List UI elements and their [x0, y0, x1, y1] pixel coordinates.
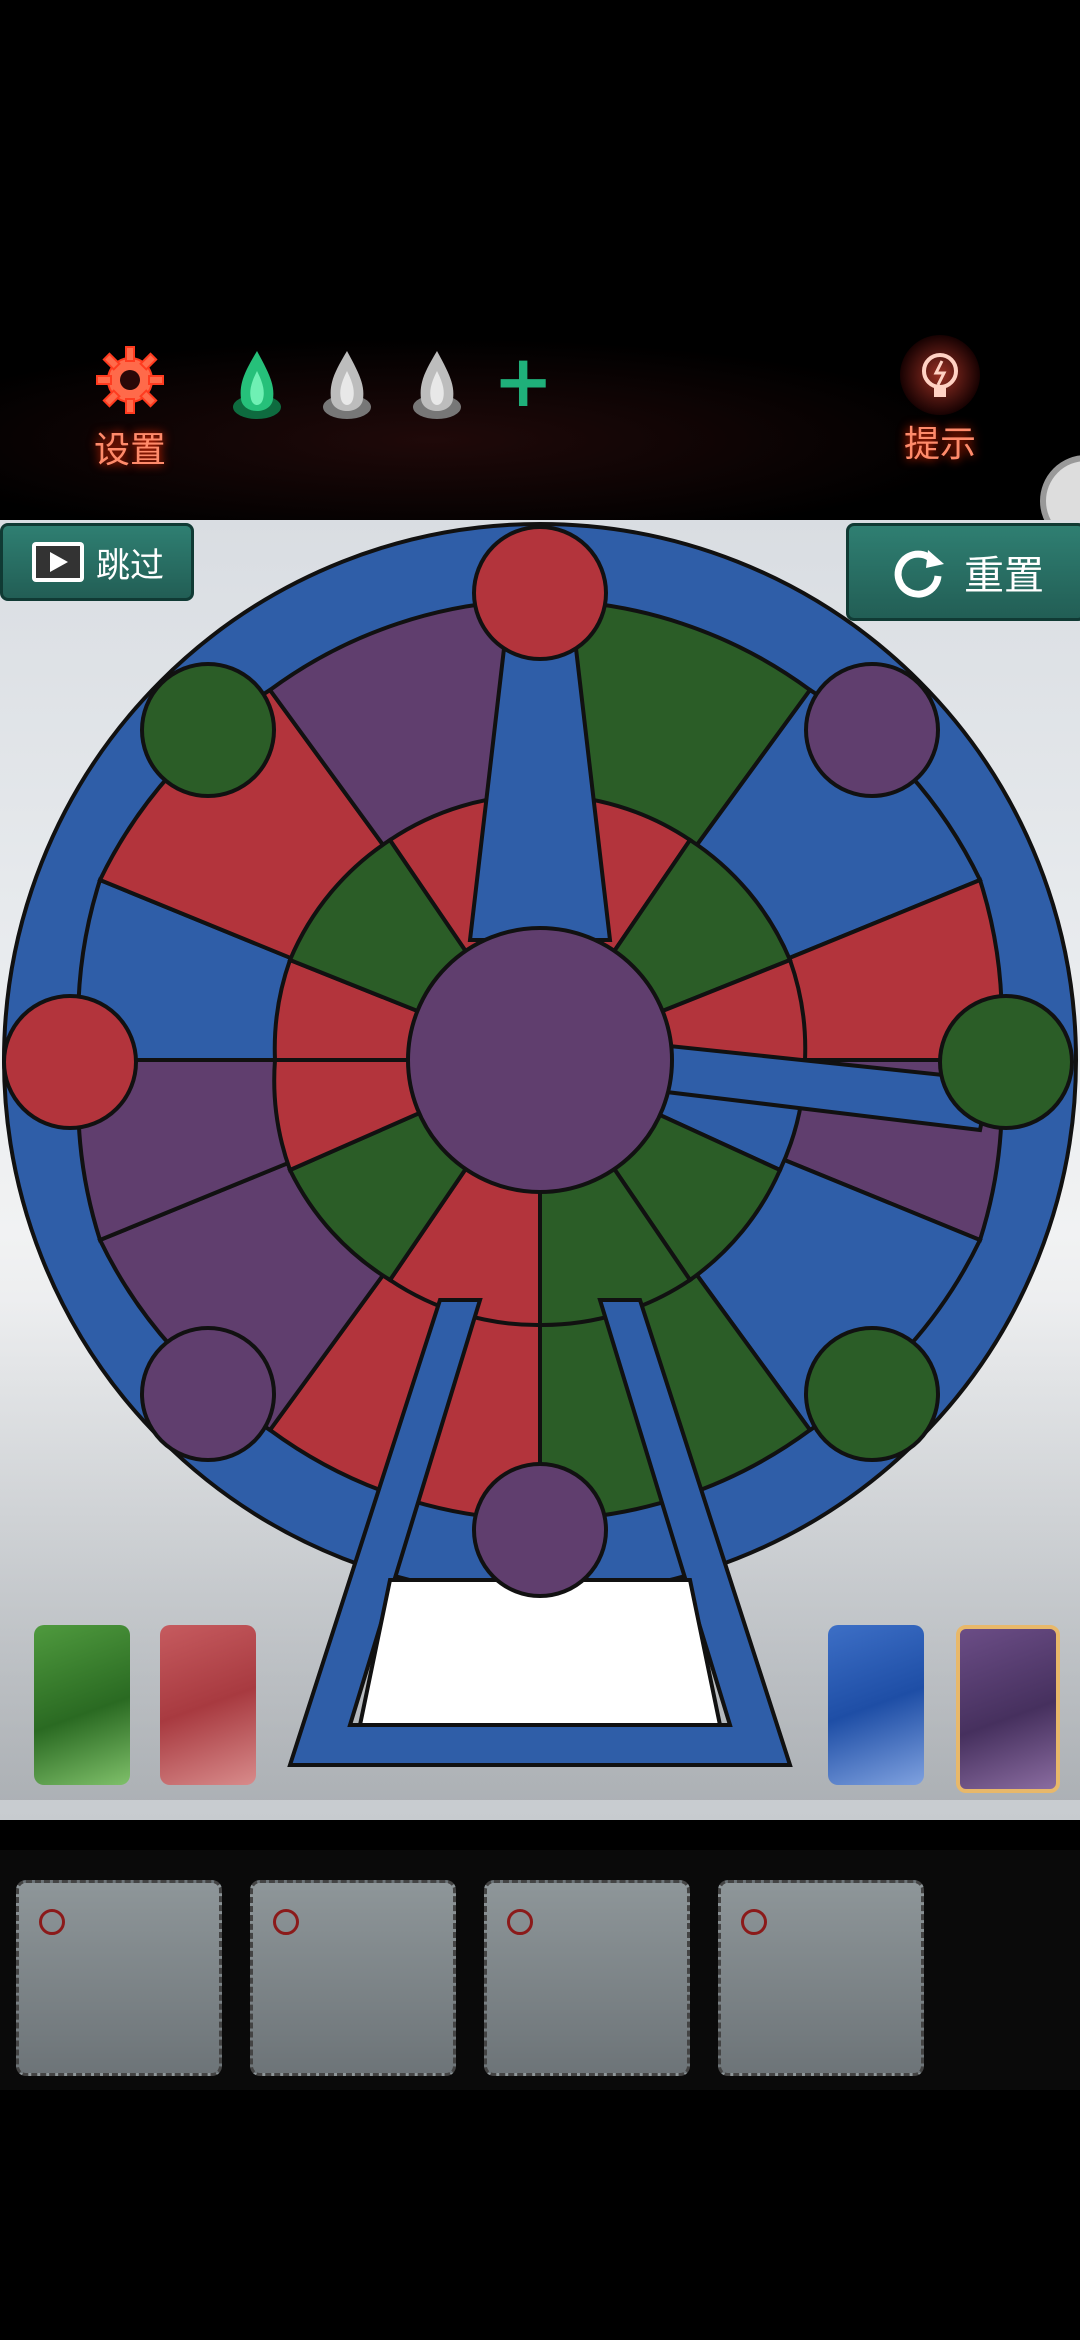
slot-mark	[39, 1909, 65, 1935]
inventory-slot[interactable]	[16, 1880, 222, 2076]
gray-flame-icon	[413, 351, 461, 419]
slot-mark	[273, 1909, 299, 1935]
ferris-wheel-puzzle[interactable]	[0, 520, 1080, 1770]
slot-mark	[507, 1909, 533, 1935]
gondola-top[interactable]	[472, 525, 608, 661]
gray-flame-icon	[323, 351, 371, 419]
refresh-icon	[894, 550, 944, 598]
skip-button[interactable]: 跳过	[0, 523, 194, 601]
lightbulb-icon	[900, 335, 980, 415]
gondola-bottom[interactable]	[472, 1462, 608, 1598]
settings-label: 设置	[93, 430, 166, 471]
add-energy-button[interactable]: +	[493, 341, 553, 421]
video-icon	[32, 542, 84, 582]
inventory-slot[interactable]	[718, 1880, 924, 2076]
hint-label: 提示	[903, 424, 976, 465]
swatch-green[interactable]	[34, 1625, 130, 1785]
wheel-hub[interactable]	[406, 926, 674, 1194]
slot-mark	[741, 1909, 767, 1935]
gear-icon	[96, 346, 164, 414]
gondola-bottom-right[interactable]	[804, 1326, 940, 1462]
gondola-bottom-left[interactable]	[140, 1326, 276, 1462]
gondola-top-right[interactable]	[804, 662, 940, 798]
inventory-slot[interactable]	[250, 1880, 456, 2076]
reset-label: 重置	[964, 553, 1044, 599]
settings-button[interactable]: 设置	[70, 345, 190, 471]
gondola-left[interactable]	[2, 994, 138, 1130]
inventory-slot[interactable]	[484, 1880, 690, 2076]
green-flame-icon	[233, 351, 281, 419]
swatch-red[interactable]	[160, 1625, 256, 1785]
reset-button[interactable]: 重置	[846, 523, 1080, 621]
gondola-top-left[interactable]	[140, 662, 276, 798]
hint-button[interactable]: 提示	[880, 335, 1000, 475]
skip-label: 跳过	[96, 545, 164, 586]
swatch-blue[interactable]	[828, 1625, 924, 1785]
gondola-right[interactable]	[938, 994, 1074, 1130]
swatch-purple-selected[interactable]	[956, 1625, 1060, 1793]
